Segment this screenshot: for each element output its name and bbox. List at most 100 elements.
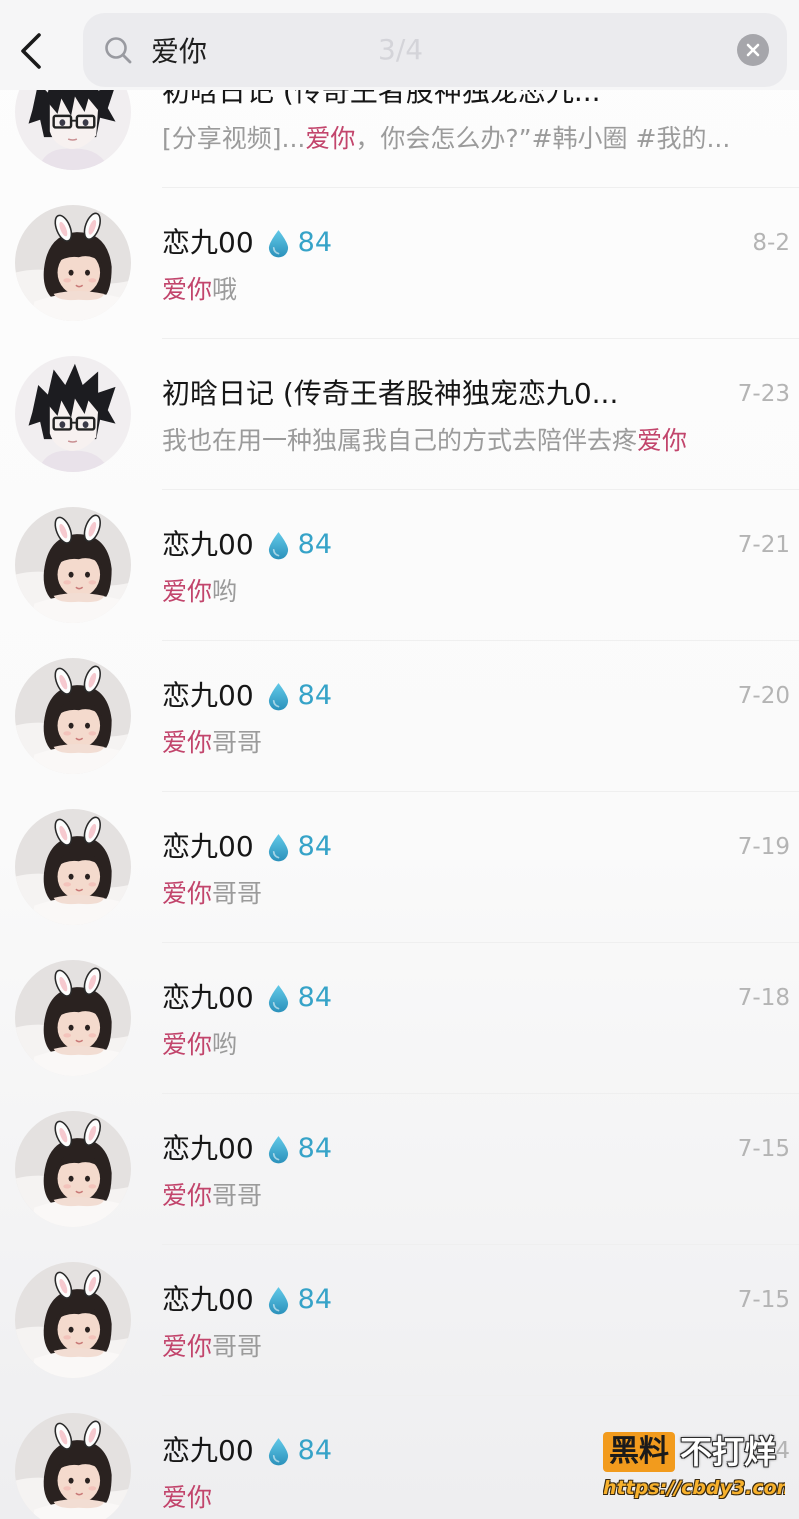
- message-preview: 爱你哟: [162, 576, 237, 608]
- message-text: ，你会怎么办?”#韩小圈 #我的...: [355, 124, 731, 153]
- message-preview: 爱你哦: [162, 274, 237, 306]
- watermark: 黑料 不打烊 https://cbdy3.com: [603, 1430, 785, 1506]
- water-drop-icon: [267, 833, 290, 862]
- water-drop-icon: [267, 229, 290, 258]
- keyword-highlight: 爱你: [162, 275, 213, 304]
- badge-value: 84: [297, 1133, 332, 1164]
- keyword-highlight: 爱你: [162, 1483, 213, 1512]
- keyword-highlight: 爱你: [162, 1030, 213, 1059]
- message-preview: 爱你哥哥: [162, 727, 262, 759]
- name-line: 初晗日记 (传奇王者股神独宠恋九0...: [162, 376, 618, 412]
- message-text: 哥哥: [212, 879, 263, 908]
- chat-row[interactable]: 恋九00 84 7-18 爱你哟: [0, 943, 799, 1094]
- message-text: 哟: [212, 577, 238, 606]
- search-bar[interactable]: 3/4: [83, 13, 787, 87]
- contact-name: 恋九00: [162, 830, 254, 863]
- keyword-highlight: 爱你: [162, 728, 213, 757]
- avatar: [15, 960, 131, 1076]
- message-text: 我也在用一种独属我自己的方式去陪伴去疼: [162, 426, 638, 455]
- contact-name: 恋九00: [162, 528, 254, 561]
- match-counter: 3/4: [378, 33, 424, 66]
- avatar: [15, 205, 131, 321]
- message-date: 7-20: [737, 683, 790, 709]
- message-preview: 爱你哥哥: [162, 1180, 262, 1212]
- badge-value: 84: [297, 529, 332, 560]
- water-drop-icon: [267, 1135, 290, 1164]
- contact-name: 恋九00: [162, 679, 254, 712]
- avatar: [15, 507, 131, 623]
- message-date: 7-15: [737, 1287, 790, 1313]
- water-drop-icon: [267, 984, 290, 1013]
- name-line: 恋九00 84: [162, 1282, 332, 1318]
- watermark-brand-box: 黑料: [603, 1432, 675, 1472]
- avatar: [15, 809, 131, 925]
- message-date: 7-19: [737, 834, 790, 860]
- water-drop-icon: [267, 1437, 290, 1466]
- message-date: 7-15: [737, 1136, 790, 1162]
- message-preview: 爱你: [162, 1482, 212, 1514]
- chat-row[interactable]: 恋九00 84 7-20 爱你哥哥: [0, 641, 799, 792]
- clear-button[interactable]: [737, 34, 769, 66]
- message-date: 7-23: [737, 381, 790, 407]
- chat-row[interactable]: 恋九00 84 7-19 爱你哥哥: [0, 792, 799, 943]
- message-text: 哥哥: [212, 1332, 263, 1361]
- watermark-url: https://cbdy3.com: [603, 1477, 785, 1499]
- contact-name: 恋九00: [162, 226, 254, 259]
- message-preview: 我也在用一种独属我自己的方式去陪伴去疼爱你: [162, 425, 687, 457]
- avatar: [15, 1413, 131, 1519]
- avatar: [15, 1111, 131, 1227]
- message-text: 哥哥: [212, 728, 263, 757]
- keyword-highlight: 爱你: [162, 879, 213, 908]
- water-drop-icon: [267, 682, 290, 711]
- keyword-highlight: 爱你: [162, 1332, 213, 1361]
- badge-value: 84: [297, 227, 332, 258]
- badge-value: 84: [297, 982, 332, 1013]
- name-line: 恋九00 84: [162, 829, 332, 865]
- message-text: 哦: [212, 275, 238, 304]
- back-button[interactable]: [14, 30, 50, 72]
- message-preview: 爱你哥哥: [162, 1331, 262, 1363]
- badge-value: 84: [297, 1284, 332, 1315]
- message-text: 哟: [212, 1030, 238, 1059]
- message-text: 哥哥: [212, 1181, 263, 1210]
- watermark-brand-text: 不打烊: [680, 1433, 777, 1471]
- name-line: 恋九00 84: [162, 1433, 332, 1469]
- contact-name: 恋九00: [162, 1283, 254, 1316]
- badge-value: 84: [297, 1435, 332, 1466]
- keyword-highlight: 爱你: [637, 426, 688, 455]
- chat-row[interactable]: 初晗日记 (传奇王者股神独宠恋九0... 7-23 我也在用一种独属我自己的方式去陪…: [0, 339, 799, 490]
- chat-row[interactable]: 恋九00 84 7-21 爱你哟: [0, 490, 799, 641]
- clear-icon: [737, 34, 769, 66]
- message-preview: 爱你哟: [162, 1029, 237, 1061]
- message-date: 8-2: [752, 230, 790, 256]
- keyword-highlight: 爱你: [162, 1181, 213, 1210]
- search-results-list: 初晗日记 (传奇王者股神独宠恋九... [分享视频]...爱你，你会怎么办?”#韩…: [0, 37, 799, 1519]
- contact-name: 恋九00: [162, 1434, 254, 1467]
- chat-row[interactable]: 恋九00 84 7-15 爱你哥哥: [0, 1245, 799, 1396]
- keyword-highlight: 爱你: [305, 124, 356, 153]
- water-drop-icon: [267, 531, 290, 560]
- water-drop-icon: [267, 1286, 290, 1315]
- contact-name: 恋九00: [162, 1132, 254, 1165]
- avatar: [15, 1262, 131, 1378]
- badge-value: 84: [297, 831, 332, 862]
- name-line: 恋九00 84: [162, 527, 332, 563]
- keyword-highlight: 爱你: [162, 577, 213, 606]
- search-icon: [103, 35, 133, 65]
- name-line: 恋九00 84: [162, 980, 332, 1016]
- avatar: [15, 356, 131, 472]
- name-line: 恋九00 84: [162, 225, 332, 261]
- search-input[interactable]: [151, 30, 351, 70]
- chevron-left-icon: [21, 33, 41, 69]
- message-text: [分享视频]...: [162, 124, 306, 153]
- avatar: [15, 658, 131, 774]
- chat-row[interactable]: 恋九00 84 8-2 爱你哦: [0, 188, 799, 339]
- search-header: 3/4: [0, 0, 799, 90]
- message-date: 7-21: [737, 532, 790, 558]
- chat-row[interactable]: 恋九00 84 7-15 爱你哥哥: [0, 1094, 799, 1245]
- message-preview: [分享视频]...爱你，你会怎么办?”#韩小圈 #我的...: [162, 123, 730, 155]
- contact-name: 恋九00: [162, 981, 254, 1014]
- contact-name: 初晗日记 (传奇王者股神独宠恋九0...: [162, 377, 619, 410]
- message-preview: 爱你哥哥: [162, 878, 262, 910]
- badge-value: 84: [297, 680, 332, 711]
